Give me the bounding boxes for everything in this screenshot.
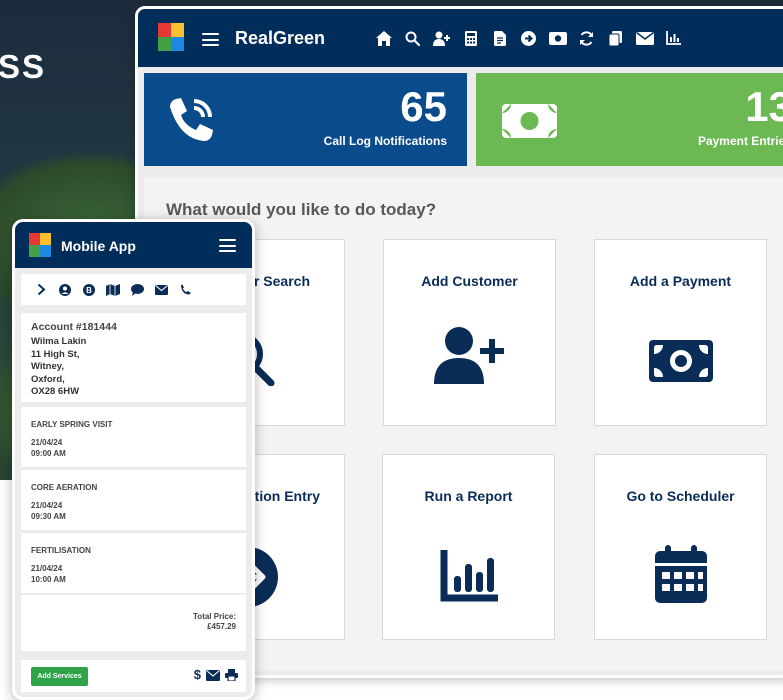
hamburger-menu-icon[interactable] [202,33,219,46]
page-question: What would you like to do today? [166,200,437,219]
money-icon [648,340,713,387]
hamburger-menu-icon[interactable] [219,239,236,252]
dollar-icon[interactable]: $ [194,668,201,686]
call-log-label: Call Log Notifications [323,134,447,148]
address-line: 11 High St, [31,348,80,360]
total-price-card: Total Price: £457.29 [21,595,246,651]
background-headline: SS [0,48,47,85]
mail-icon[interactable] [149,280,173,300]
print-icon[interactable] [225,668,238,686]
action-card-label: Run a Report [424,488,513,504]
sync-icon[interactable] [572,28,601,48]
mobile-bottom-bar: Add Services $ [21,660,246,692]
chart-icon[interactable] [659,28,688,48]
add-user-icon[interactable] [427,28,456,48]
payment-entries-card[interactable]: 13 Payment Entries [476,73,783,166]
phone-icon[interactable] [173,280,197,300]
top-navbar: RealGreen [138,9,783,67]
address-line: OX28 6HW [31,386,80,397]
total-price-label: Total Price: [193,612,236,621]
action-card-add-payment[interactable]: Add a Payment [594,239,767,426]
user-icon[interactable] [53,280,77,300]
visit-title: EARLY SPRING VISIT [31,420,113,429]
visit-time: 10:00 AM [31,575,66,584]
realgreen-logo-icon [158,23,184,51]
home-icon[interactable] [369,28,398,48]
action-card-label: Add Customer [421,273,518,289]
total-price-value: £457.29 [207,622,236,631]
add-user-icon [433,326,506,389]
visit-list-item[interactable]: FERTILISATION 21/04/24 10:00 AM [21,533,246,593]
toolbar [369,28,688,48]
visit-time: 09:00 AM [31,449,66,458]
arrow-circle-icon[interactable] [514,28,543,48]
chevron-right-icon[interactable] [29,280,53,300]
call-log-notifications-card[interactable]: 65 Call Log Notifications [144,73,467,166]
action-card-add-customer[interactable]: Add Customer [383,239,556,426]
app-title: RealGreen [235,28,326,48]
mobile-action-bar: B [21,274,246,305]
chat-icon[interactable] [125,280,149,300]
mobile-navbar: Mobile App [15,222,252,268]
money-icon[interactable] [543,28,572,48]
visit-list-item[interactable]: EARLY SPRING VISIT 21/04/24 09:00 AM [21,407,246,467]
action-card-go-to-scheduler[interactable]: Go to Scheduler [594,454,767,640]
document-icon[interactable] [485,28,514,48]
copy-icon[interactable] [601,28,630,48]
visit-title: FERTILISATION [31,546,91,555]
mobile-app-title: Mobile App [61,238,136,254]
account-card[interactable]: Account #181444 Wilma Lakin 11 High St, … [21,313,246,402]
payment-entries-label: Payment Entries [697,134,783,148]
address-line: Witney, [31,361,64,372]
visit-list-item[interactable]: CORE AERATION 21/04/24 09:30 AM [21,470,246,530]
action-card-run-report[interactable]: Run a Report [382,454,555,640]
chart-icon [440,546,501,607]
phone-icon [164,93,218,152]
visit-title: CORE AERATION [31,483,98,492]
address-line: Oxford, [31,373,65,385]
account-number: Account #181444 [31,321,117,333]
b-icon[interactable]: B [77,280,101,300]
add-services-button[interactable]: Add Services [31,667,88,686]
map-icon[interactable] [101,280,125,300]
action-card-label: Go to Scheduler [626,488,735,504]
visit-date: 21/04/24 [31,564,63,573]
address-line: Wilma Lakin [31,336,87,347]
mail-icon[interactable] [630,28,659,48]
svg-text:B: B [86,286,92,295]
calendar-icon [654,545,707,608]
mobile-app-window: Mobile App B Account #181444 Wilma Lakin… [12,219,255,700]
visit-time: 09:30 AM [31,512,66,521]
money-icon [502,104,557,143]
search-icon[interactable] [398,28,427,48]
calculator-icon[interactable] [456,28,485,48]
realgreen-logo-icon [29,233,51,257]
action-card-label: Add a Payment [629,273,732,289]
call-log-count: 65 [400,83,447,130]
mail-icon[interactable] [206,668,220,686]
payment-entries-count: 13 [745,83,783,130]
visit-date: 21/04/24 [31,501,63,510]
visit-date: 21/04/24 [31,438,63,447]
